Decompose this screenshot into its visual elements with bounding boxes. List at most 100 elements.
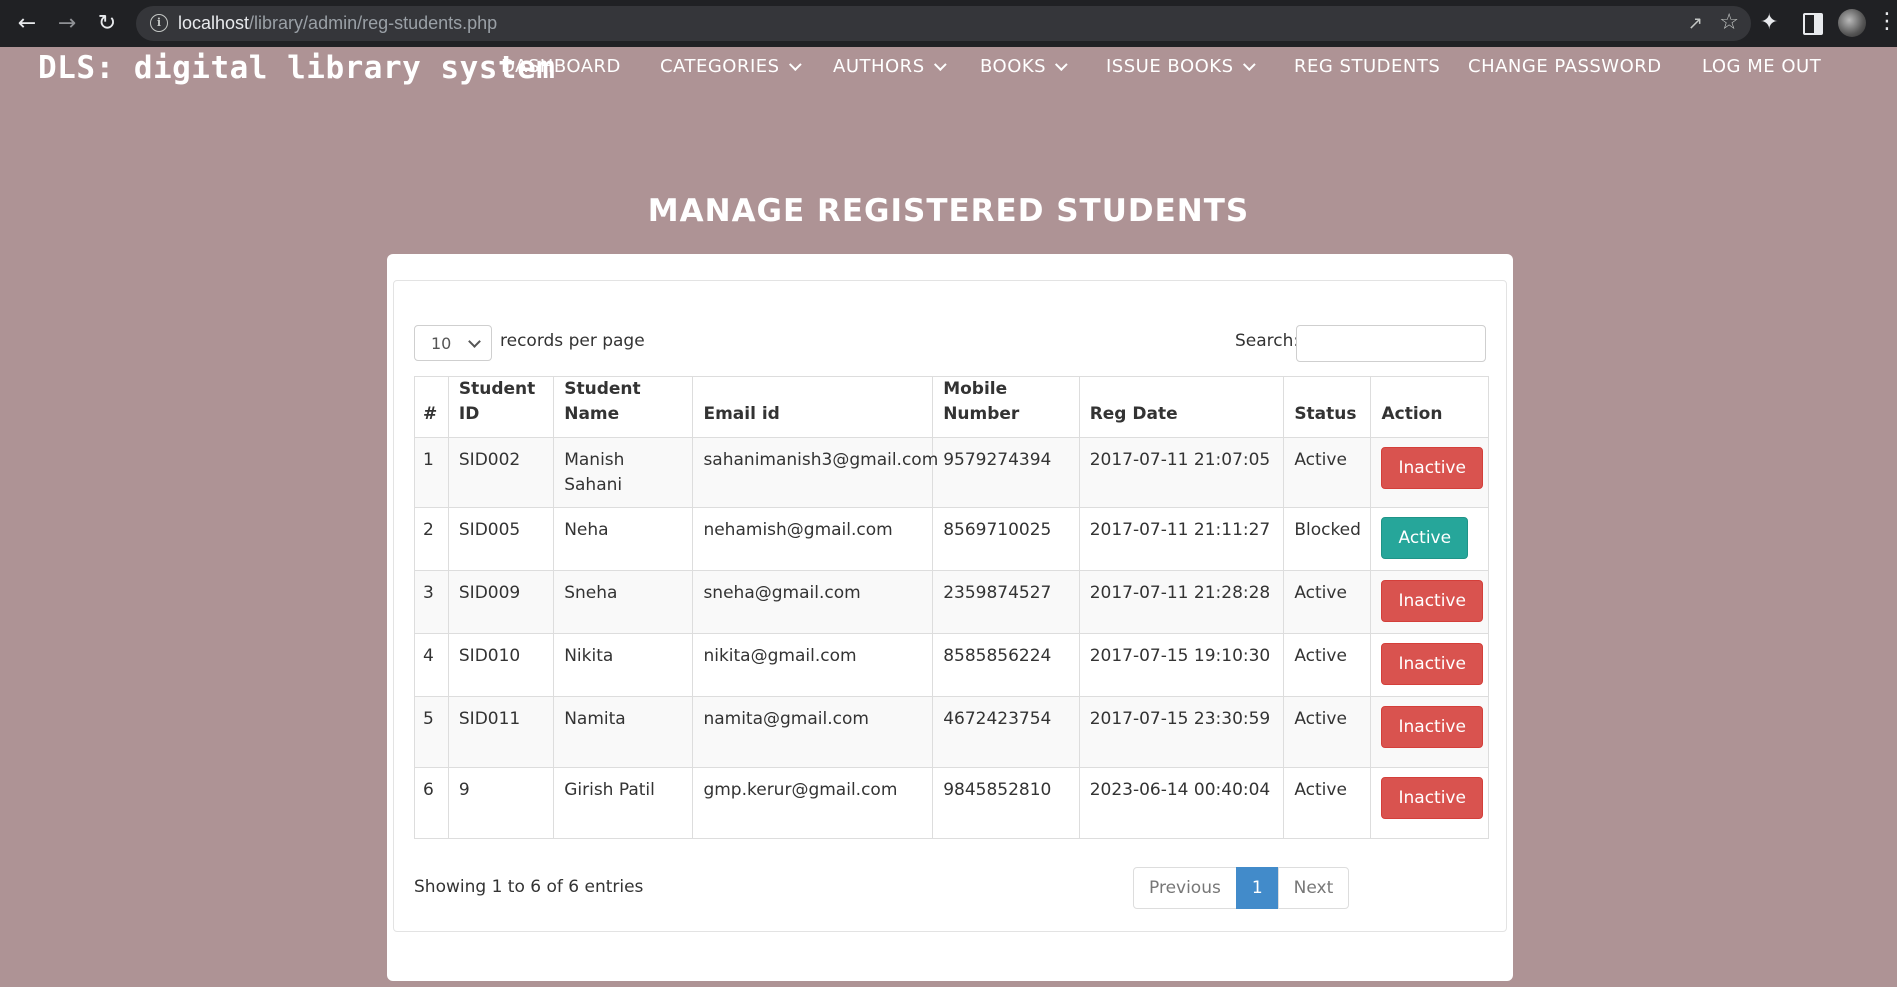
cell-reg-date: 2017-07-11 21:07:05 [1078, 437, 1285, 508]
nav-label: CATEGORIES [660, 56, 780, 77]
pagination: Previous 1 Next [1133, 867, 1350, 909]
cell-number: 2 [414, 507, 449, 571]
bookmark-star-icon[interactable]: ☆ [1719, 10, 1739, 35]
column-header-student-name[interactable]: Student Name [553, 376, 694, 438]
column-header-reg-date[interactable]: Reg Date [1078, 376, 1285, 438]
table-row: 5 SID011 Namita namita@gmail.com 4672423… [414, 696, 1489, 768]
nav-dashboard[interactable]: DASHBOARD [501, 56, 621, 77]
cell-status: Blocked [1283, 507, 1372, 571]
reload-icon[interactable]: ↻ [93, 10, 121, 38]
column-header-action[interactable]: Action [1370, 376, 1489, 438]
nav-authors[interactable]: AUTHORS [833, 56, 947, 77]
nav-reg-students[interactable]: REG STUDENTS [1294, 56, 1440, 77]
next-page-button[interactable]: Next [1277, 867, 1350, 909]
cell-number: 1 [414, 437, 449, 508]
cell-student-name: Neha [553, 507, 694, 571]
site-brand[interactable]: DLS: digital library system [38, 50, 555, 86]
nav-log-out[interactable]: LOG ME OUT [1702, 56, 1821, 77]
url-text[interactable]: localhost/library/admin/reg-students.php [178, 13, 497, 34]
cell-status: Active [1283, 437, 1372, 508]
cell-mobile: 4672423754 [932, 696, 1080, 768]
chevron-down-icon [1242, 58, 1256, 72]
profile-avatar[interactable] [1838, 9, 1866, 37]
nav-change-password[interactable]: CHANGE PASSWORD [1468, 56, 1662, 77]
inactive-button[interactable]: Inactive [1381, 777, 1483, 819]
cell-email: sneha@gmail.com [692, 570, 934, 634]
cell-action: Inactive [1370, 437, 1489, 508]
cell-mobile: 2359874527 [932, 570, 1080, 634]
cell-student-id: SID009 [447, 570, 555, 634]
nav-books[interactable]: BOOKS [980, 56, 1068, 77]
extensions-puzzle-icon[interactable]: ✦ [1760, 10, 1778, 35]
share-icon[interactable]: ↗ [1688, 13, 1703, 34]
cell-action: Active [1370, 507, 1489, 571]
inactive-button[interactable]: Inactive [1381, 706, 1483, 748]
cell-number: 3 [414, 570, 449, 634]
cell-student-name: Sneha [553, 570, 694, 634]
cell-action: Inactive [1370, 767, 1489, 839]
cell-number: 5 [414, 696, 449, 768]
cell-email: namita@gmail.com [692, 696, 934, 768]
column-header-status[interactable]: Status [1283, 376, 1372, 438]
chevron-down-icon [933, 58, 947, 72]
cell-mobile: 8569710025 [932, 507, 1080, 571]
table-row: 2 SID005 Neha nehamish@gmail.com 8569710… [414, 507, 1489, 571]
back-arrow-icon[interactable]: ← [13, 10, 41, 38]
cell-student-id: SID002 [447, 437, 555, 508]
cell-email: gmp.kerur@gmail.com [692, 767, 934, 839]
table-row: 1 SID002 Manish Sahani sahanimanish3@gma… [414, 437, 1489, 508]
cell-action: Inactive [1370, 696, 1489, 768]
search-label: Search: [1235, 331, 1300, 351]
column-header-number[interactable]: # [414, 376, 449, 438]
datatable-wrapper: 10 records per page Search: # Student ID… [393, 280, 1507, 932]
table-row: 4 SID010 Nikita nikita@gmail.com 8585856… [414, 633, 1489, 697]
cell-student-name: Namita [553, 696, 694, 768]
previous-page-button[interactable]: Previous [1133, 867, 1237, 909]
nav-label: ISSUE BOOKS [1106, 56, 1234, 77]
nav-categories[interactable]: CATEGORIES [660, 56, 802, 77]
nav-issue-books[interactable]: ISSUE BOOKS [1106, 56, 1256, 77]
url-path: /library/admin/reg-students.php [249, 13, 498, 33]
column-header-student-id[interactable]: Student ID [447, 376, 555, 438]
cell-student-name: Girish Patil [553, 767, 694, 839]
cell-student-id: SID005 [447, 507, 555, 571]
active-button[interactable]: Active [1381, 517, 1469, 559]
nav-label: AUTHORS [833, 56, 925, 77]
url-host: localhost [178, 13, 250, 33]
nav-label: LOG ME OUT [1702, 56, 1822, 77]
cell-status: Active [1283, 633, 1372, 697]
cell-student-name: Manish Sahani [553, 437, 694, 508]
nav-label: BOOKS [980, 56, 1047, 77]
cell-number: 6 [414, 767, 449, 839]
records-per-page-select[interactable]: 10 [414, 325, 492, 361]
browser-menu-icon[interactable]: ⋮ [1876, 9, 1897, 34]
side-panel-icon[interactable] [1803, 13, 1823, 35]
cell-reg-date: 2017-07-15 23:30:59 [1078, 696, 1285, 768]
cell-student-id: 9 [447, 767, 555, 839]
cell-reg-date: 2017-07-11 21:11:27 [1078, 507, 1285, 571]
inactive-button[interactable]: Inactive [1381, 447, 1483, 489]
cell-student-name: Nikita [553, 633, 694, 697]
cell-mobile: 9845852810 [932, 767, 1080, 839]
inactive-button[interactable]: Inactive [1381, 580, 1483, 622]
site-info-icon[interactable]: i [150, 14, 168, 32]
search-input[interactable] [1296, 325, 1486, 362]
cell-status: Active [1283, 696, 1372, 768]
content-panel: 10 records per page Search: # Student ID… [387, 254, 1513, 981]
cell-action: Inactive [1370, 633, 1489, 697]
forward-arrow-icon[interactable]: → [53, 10, 81, 38]
cell-action: Inactive [1370, 570, 1489, 634]
page-1-button[interactable]: 1 [1235, 867, 1279, 909]
inactive-button[interactable]: Inactive [1381, 643, 1483, 685]
column-header-email[interactable]: Email id [692, 376, 934, 438]
chevron-down-icon [1055, 58, 1068, 72]
table-row: 3 SID009 Sneha sneha@gmail.com 235987452… [414, 570, 1489, 634]
chevron-down-icon [468, 335, 481, 348]
column-header-mobile[interactable]: Mobile Number [932, 376, 1080, 438]
browser-toolbar: ← → ↻ i localhost/library/admin/reg-stud… [0, 0, 1897, 47]
address-bar[interactable]: i localhost/library/admin/reg-students.p… [136, 6, 1751, 41]
nav-label: DASHBOARD [501, 56, 621, 77]
cell-reg-date: 2017-07-15 19:10:30 [1078, 633, 1285, 697]
cell-email: sahanimanish3@gmail.com [692, 437, 938, 508]
records-per-page-value: 10 [431, 334, 452, 353]
